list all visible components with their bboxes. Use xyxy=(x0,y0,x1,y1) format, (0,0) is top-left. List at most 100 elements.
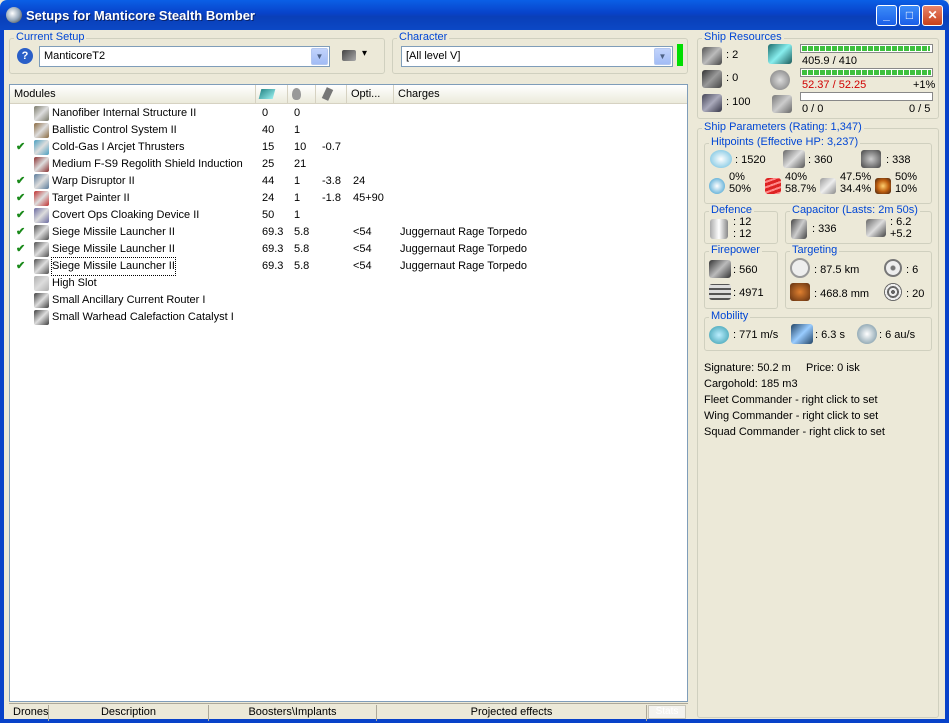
structure-icon xyxy=(861,150,881,168)
module-cpu: 69.3 xyxy=(262,260,284,272)
thermal-armor-resist: 58.7% xyxy=(785,183,817,195)
module-optimal: <54 xyxy=(353,243,372,255)
module-cpu: 50 xyxy=(262,209,275,221)
window-title: Setups for Manticore Stealth Bomber xyxy=(26,8,255,23)
warp-speed: : 6 au/s xyxy=(879,329,916,341)
module-row[interactable]: ✔ Siege Missile Launcher II 69.3 5.8 <54 Jugg… xyxy=(10,224,687,241)
module-charge: Juggernaut Rage Torpedo xyxy=(400,226,528,238)
module-charge: Juggernaut Rage Torpedo xyxy=(400,260,528,272)
cpu-bar-fill xyxy=(802,46,930,51)
tab-projected-effects[interactable]: Projected effects xyxy=(377,705,647,721)
modules-list-header: Modules Opti... Charges xyxy=(10,85,687,104)
module-row[interactable]: ✔ Covert Ops Cloaking Device II 50 1 xyxy=(10,207,687,224)
max-targets: : 6 xyxy=(906,264,919,276)
module-row[interactable]: Ballistic Control System II 40 1 xyxy=(10,122,687,139)
fleet-commander[interactable]: Fleet Commander - right click to set xyxy=(704,394,878,406)
tab-drones[interactable]: Drones xyxy=(9,705,49,721)
module-name: Siege Missile Launcher II xyxy=(51,257,176,276)
minimize-button[interactable]: _ xyxy=(876,5,897,26)
module-row[interactable]: Medium F-S9 Regolith Shield Induction 25 2… xyxy=(10,156,687,173)
module-cpu: 0 xyxy=(262,107,269,119)
column-header-powergrid[interactable] xyxy=(288,85,316,103)
setup-tools-button[interactable]: ▾ xyxy=(342,48,372,64)
ship-parameters-group: Ship Parameters (Rating: 1,347) Hitpoint… xyxy=(697,121,939,718)
module-row[interactable]: Small Warhead Calefaction Catalyst I xyxy=(10,309,687,326)
module-name: Warp Disruptor II xyxy=(52,175,135,187)
column-header-capacitor[interactable] xyxy=(316,85,347,103)
ship-resources-label: Ship Resources xyxy=(702,31,784,43)
module-active-check[interactable]: ✔ xyxy=(16,224,25,241)
column-header-optimal[interactable]: Opti... xyxy=(347,85,394,103)
module-name: Covert Ops Cloaking Device II xyxy=(52,209,200,221)
scan-resolution-icon xyxy=(790,283,810,301)
module-active-check[interactable]: ✔ xyxy=(16,139,25,156)
help-icon[interactable]: ? xyxy=(17,48,33,64)
cap-recharge-a: : 6.2 xyxy=(890,216,912,228)
calibration-icon xyxy=(702,94,722,112)
stats-button[interactable]: Stats xyxy=(648,705,686,719)
cloak-icon xyxy=(34,208,49,223)
module-name: High Slot xyxy=(52,277,97,289)
module-name: Cold-Gas I Arcjet Thrusters xyxy=(52,141,185,153)
tab-boosters-implants[interactable]: Boosters\Implants xyxy=(209,705,377,721)
module-powergrid: 0 xyxy=(294,107,301,119)
squad-commander[interactable]: Squad Commander - right click to set xyxy=(704,426,885,438)
rig-icon xyxy=(34,310,49,325)
column-header-charges[interactable]: Charges xyxy=(394,85,687,103)
module-powergrid: 1 xyxy=(294,192,301,204)
targeting-group: Targeting : 87.5 km : 6 : 468.8 mm : 20 xyxy=(785,244,932,309)
sensor-strength-icon xyxy=(884,283,902,301)
module-row[interactable]: ✔ Warp Disruptor II 44 1 -3.8 24 xyxy=(10,173,687,190)
app-icon xyxy=(6,7,22,23)
module-row[interactable]: ✔ Cold-Gas I Arcjet Thrusters 15 10 -0.7 xyxy=(10,139,687,156)
shield-icon xyxy=(34,157,49,172)
explosive-shield-resist: 50% xyxy=(895,171,918,183)
defence-value-b: : 12 xyxy=(733,228,752,240)
character-label: Character xyxy=(397,31,450,43)
tab-description[interactable]: Description xyxy=(49,705,209,721)
wing-commander[interactable]: Wing Commander - right click to set xyxy=(704,410,878,422)
module-row[interactable]: ✔ Target Painter II 24 1 -1.8 45+90 xyxy=(10,190,687,207)
module-active-check[interactable]: ✔ xyxy=(16,207,25,224)
module-cpu: 44 xyxy=(262,175,275,187)
mobility-label: Mobility xyxy=(709,310,751,322)
module-row[interactable]: Small Ancillary Current Router I xyxy=(10,292,687,309)
chevron-down-icon[interactable]: ▼ xyxy=(311,48,328,65)
column-header-cpu[interactable] xyxy=(256,85,288,103)
ballistic-icon xyxy=(34,123,49,138)
module-row[interactable]: ✔ Siege Missile Launcher II 69.3 5.8 <54 Jugg… xyxy=(10,257,687,276)
module-row[interactable]: High Slot xyxy=(10,275,687,292)
launcher-icon xyxy=(34,242,49,257)
velocity-icon xyxy=(709,326,729,344)
module-active-check[interactable]: ✔ xyxy=(16,190,25,207)
ship-resources-group: Ship Resources : 2 : 0 : 100 405.9 / 410… xyxy=(697,31,939,119)
module-active-check[interactable]: ✔ xyxy=(16,241,25,258)
modules-list[interactable]: Modules Opti... Charges Nanofiber Intern… xyxy=(9,84,688,702)
character-select[interactable]: [All level V] ▼ xyxy=(401,46,673,67)
module-optimal: <54 xyxy=(353,260,372,272)
powergrid-icon xyxy=(292,88,301,100)
setup-select[interactable]: ManticoreT2 ▼ xyxy=(39,46,330,67)
module-cpu: 40 xyxy=(262,124,275,136)
module-active-check[interactable]: ✔ xyxy=(16,258,25,275)
ship-tools-icon xyxy=(342,50,356,61)
powergrid-overuse: +1% xyxy=(913,79,936,91)
module-row[interactable]: ✔ Siege Missile Launcher II 69.3 5.8 <54 Jugg… xyxy=(10,241,687,258)
turret-icon xyxy=(702,47,722,65)
defence-group: Defence : 12 : 12 xyxy=(704,204,778,244)
setup-select-value: ManticoreT2 xyxy=(44,50,106,62)
close-button[interactable]: ✕ xyxy=(922,5,943,26)
current-setup-label: Current Setup xyxy=(14,31,87,43)
module-active-check[interactable]: ✔ xyxy=(16,173,25,190)
module-row[interactable]: Nanofiber Internal Structure II 0 0 xyxy=(10,105,687,122)
module-optimal: 24 xyxy=(353,175,366,187)
turret-slots: : 2 xyxy=(726,49,739,61)
window-frame-right xyxy=(945,30,949,723)
module-powergrid: 10 xyxy=(294,141,307,153)
dps-icon xyxy=(709,260,731,278)
maximize-button[interactable]: □ xyxy=(899,5,920,26)
column-header-modules[interactable]: Modules xyxy=(10,85,256,103)
chevron-down-icon[interactable]: ▼ xyxy=(654,48,671,65)
hitpoints-group: Hitpoints (Effective HP: 3,237) : 1520 :… xyxy=(704,136,932,204)
hitpoints-label: Hitpoints (Effective HP: 3,237) xyxy=(709,136,861,148)
